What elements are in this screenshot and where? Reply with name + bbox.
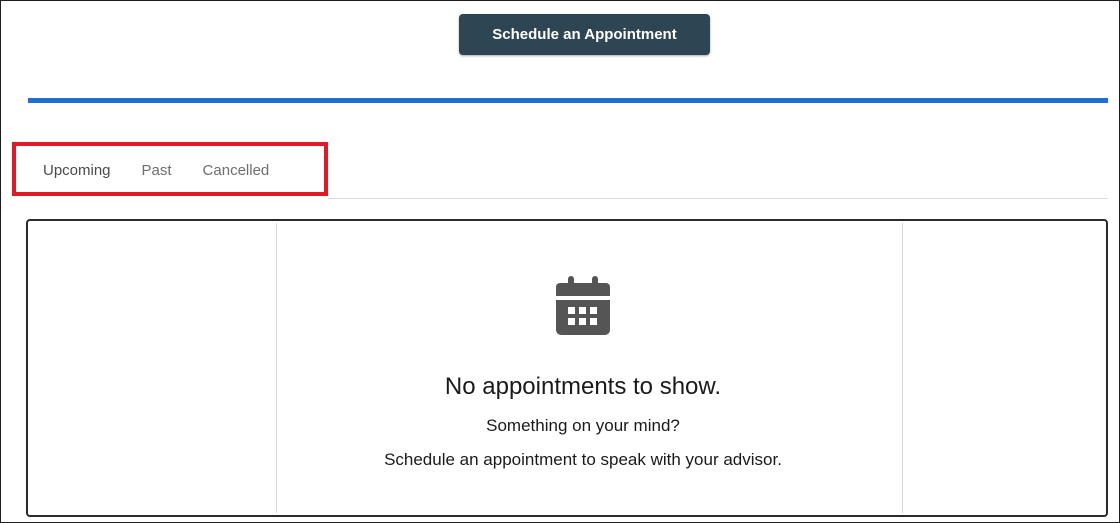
accent-divider bbox=[28, 98, 1108, 103]
appointments-panel bbox=[26, 219, 1108, 517]
tab-cancelled[interactable]: Cancelled bbox=[203, 162, 270, 179]
empty-state-prompt: Something on your mind? bbox=[486, 416, 680, 435]
tabs-divider bbox=[328, 198, 1108, 199]
empty-state-description: Schedule an appointment to speak with yo… bbox=[384, 450, 782, 469]
empty-state-title: No appointments to show. bbox=[444, 373, 722, 400]
tab-past[interactable]: Past bbox=[142, 162, 172, 179]
appointment-tabs: Upcoming Past Cancelled bbox=[43, 162, 269, 179]
tab-upcoming[interactable]: Upcoming bbox=[43, 162, 111, 179]
calendar-icon bbox=[556, 276, 610, 335]
schedule-appointment-button[interactable]: Schedule an Appointment bbox=[459, 14, 710, 55]
